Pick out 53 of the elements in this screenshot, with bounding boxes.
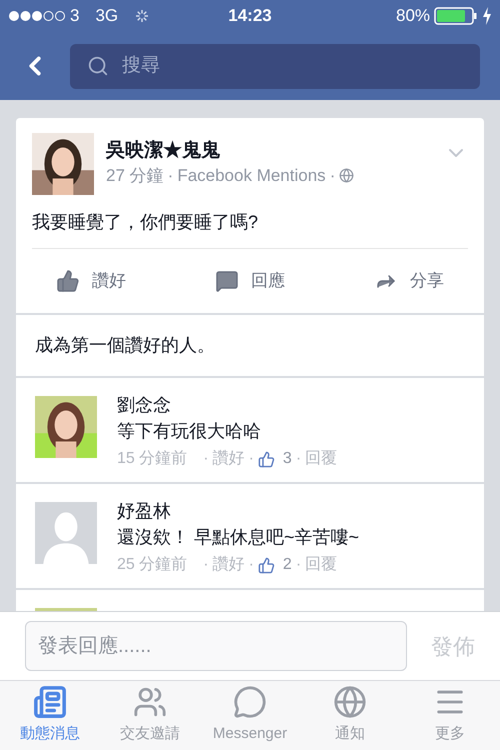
chat-bubble-icon (233, 685, 267, 720)
tab-bar-item[interactable]: 交友邀請 (100, 681, 200, 750)
tab-bar-item[interactable]: 更多 (400, 681, 500, 750)
post-source: Facebook Mentions (177, 164, 326, 187)
like-button[interactable]: 讚好 (56, 268, 126, 294)
author-name[interactable]: 吳映潔★鬼鬼 (106, 139, 432, 163)
comment-field[interactable]: 發表回應...... (25, 621, 407, 671)
comment-button[interactable]: 回應 (215, 268, 285, 294)
search-field[interactable]: 搜尋 (70, 44, 480, 88)
tab-bar-item[interactable]: Messenger (200, 681, 300, 750)
thumbs-up-icon (56, 269, 80, 293)
like-link[interactable]: 讚好 (212, 444, 245, 474)
separator-dot: · (203, 555, 209, 575)
share-button[interactable]: 分享 (374, 268, 444, 294)
network-type: 3G (95, 5, 118, 28)
globe-icon (339, 168, 354, 183)
speech-bubble-icon (215, 269, 239, 293)
commenter-name[interactable]: 妤盈林 (117, 498, 465, 524)
activity-spinner-icon (134, 8, 150, 24)
post-time: 27 分鐘 (106, 164, 164, 187)
separator-dot: · (296, 449, 302, 469)
battery-percentage: 80% (396, 5, 430, 28)
separator-dot: · (248, 555, 254, 575)
separator-dot: · (203, 449, 209, 469)
globe-icon (333, 685, 367, 720)
comment-text: 還沒欸！ 早點休息吧~辛苦嘍~ (117, 526, 360, 549)
reply-link[interactable]: 回覆 (305, 550, 338, 580)
reply-link[interactable]: 回覆 (305, 444, 338, 474)
separator-dot: · (168, 164, 174, 187)
thumbs-up-icon (258, 556, 275, 574)
battery-icon (434, 7, 478, 25)
carrier-name: 3 (70, 5, 80, 28)
separator-dot: · (296, 555, 302, 575)
thumbs-up-icon (258, 450, 275, 468)
charging-bolt-icon (482, 7, 492, 25)
tab-bar-item[interactable]: 動態消息 (0, 681, 100, 750)
like-count: 2 (282, 555, 292, 575)
comment-text: 等下有玩很大哈哈 (117, 420, 262, 443)
separator-dot: · (330, 164, 336, 187)
like-link[interactable]: 讚好 (212, 550, 245, 580)
commenter-name[interactable]: 劉念念 (117, 392, 465, 418)
comment-time: 15 分鐘前 (117, 449, 188, 469)
post-text: 我要睡覺了，你們要睡了嗎? (31, 211, 260, 234)
like-count: 3 (282, 449, 292, 469)
comment-time: 25 分鐘前 (117, 555, 188, 575)
search-icon (87, 54, 109, 76)
default-avatar-icon (35, 502, 97, 564)
tab-bar-item[interactable]: 通知 (300, 681, 400, 750)
news-feed-icon (33, 685, 67, 720)
signal-strength-icon (8, 10, 66, 22)
likes-prompt: 成為第一個讚好的人。 (16, 315, 484, 376)
clock-time: 14:23 (228, 5, 272, 28)
separator-dot: · (248, 449, 254, 469)
